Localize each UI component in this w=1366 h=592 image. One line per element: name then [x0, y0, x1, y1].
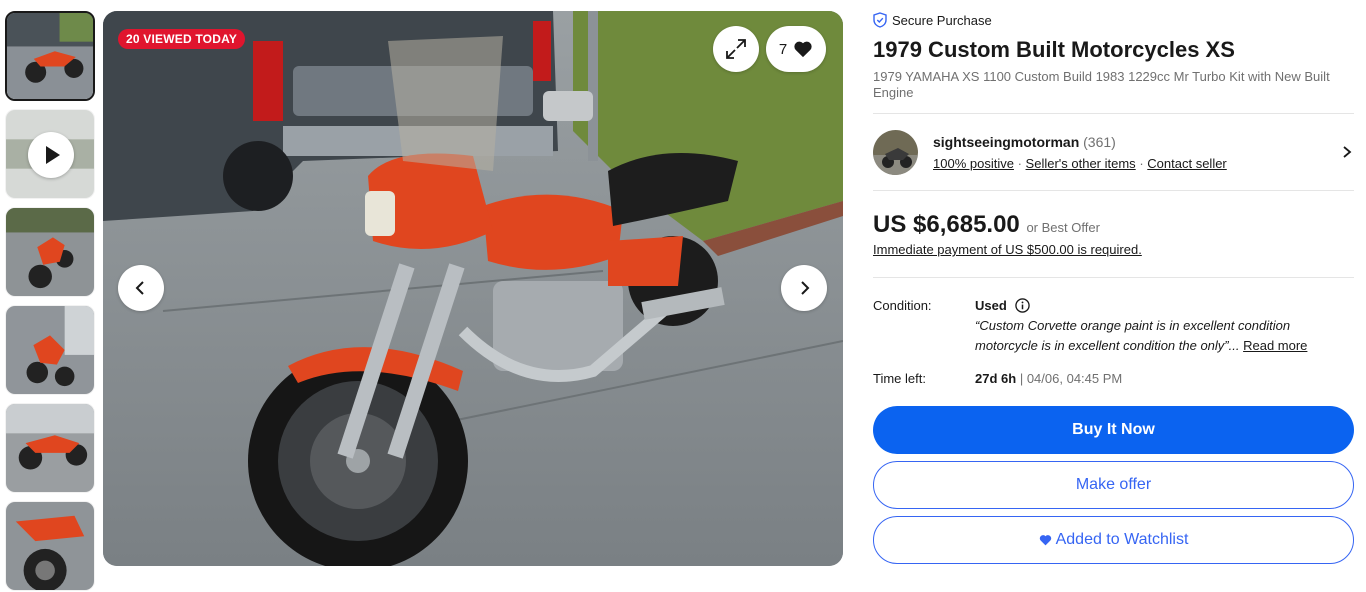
seller-links: 100% positive · Seller's other items · C… — [933, 156, 1340, 171]
watchlist-button[interactable]: Added to Watchlist — [873, 516, 1354, 564]
contact-seller-link[interactable]: Contact seller — [1147, 156, 1226, 171]
condition-text: Used — [975, 298, 1007, 313]
previous-image-button[interactable] — [118, 265, 164, 311]
thumbnail-5[interactable] — [5, 403, 95, 493]
listing-panel: Secure Purchase 1979 Custom Built Motorc… — [873, 10, 1354, 564]
make-offer-button[interactable]: Make offer — [873, 461, 1354, 509]
condition-quote: “Custom Corvette orange paint is in exce… — [975, 316, 1354, 356]
separator-dot: · — [1017, 155, 1022, 171]
viewed-today-badge: 20 VIEWED TODAY — [118, 29, 246, 49]
watch-count: 7 — [778, 40, 788, 58]
heart-icon — [1039, 535, 1051, 546]
main-image[interactable]: 20 VIEWED TODAY 7 — [103, 11, 843, 566]
watchlist-label: Added to Watchlist — [1055, 531, 1189, 548]
condition-row: Condition: Used “Custom Corvette orange … — [873, 298, 1354, 356]
shield-check-icon — [873, 12, 887, 28]
seller-card[interactable]: sightseeingmotorman (361) 100% positive … — [873, 114, 1354, 190]
thumbnail-1[interactable] — [5, 11, 95, 101]
divider — [873, 277, 1354, 278]
time-remaining: 27d 6h — [975, 371, 1017, 386]
chevron-right-icon — [801, 281, 810, 295]
buy-it-now-label: Buy It Now — [1072, 421, 1155, 438]
time-separator: | — [1019, 371, 1024, 386]
end-time: 04/06, 04:45 PM — [1026, 371, 1123, 386]
item-title: 1979 Custom Built Motorcycles XS — [873, 37, 1235, 62]
watch-button[interactable]: 7 — [766, 26, 826, 72]
thumbnail-strip — [5, 11, 96, 592]
thumbnail-video[interactable] — [5, 109, 95, 199]
expand-button[interactable] — [713, 26, 759, 72]
seller-name[interactable]: sightseeingmotorman — [933, 134, 1079, 150]
info-icon[interactable] — [1015, 298, 1030, 313]
buy-it-now-button[interactable]: Buy It Now — [873, 406, 1354, 454]
next-image-button[interactable] — [781, 265, 827, 311]
condition-value: Used “Custom Corvette orange paint is in… — [975, 298, 1354, 356]
best-offer-label: or Best Offer — [1026, 220, 1100, 235]
item-subtitle: 1979 YAMAHA XS 1100 Custom Build 1983 12… — [873, 69, 1330, 100]
seller-avatar[interactable] — [873, 129, 918, 175]
seller-name-row: sightseeingmotorman (361) — [933, 134, 1340, 150]
time-left-value: 27d 6h | 04/06, 04:45 PM — [975, 371, 1122, 386]
read-more-link[interactable]: Read more — [1243, 338, 1307, 353]
price-block: US $6,685.00 or Best Offer Immediate pay… — [873, 191, 1354, 277]
price-row: US $6,685.00 or Best Offer — [873, 211, 1354, 239]
expand-icon — [726, 39, 746, 59]
condition-label: Condition: — [873, 298, 932, 313]
separator-dot: · — [1139, 155, 1144, 171]
heart-icon — [794, 41, 812, 58]
thumbnail-6[interactable] — [5, 501, 95, 591]
time-left-label: Time left: — [873, 371, 926, 386]
seller-other-items-link[interactable]: Seller's other items — [1026, 156, 1136, 171]
seller-positive-link[interactable]: 100% positive — [933, 156, 1014, 171]
secure-purchase-label: Secure Purchase — [892, 12, 992, 28]
price-amount: US $6,685.00 — [873, 211, 1020, 238]
chevron-left-icon — [135, 281, 144, 295]
thumbnail-3[interactable] — [5, 207, 95, 297]
seller-info: sightseeingmotorman (361) 100% positive … — [933, 134, 1340, 171]
motorcycle-photo — [103, 11, 843, 566]
thumbnail-4[interactable] — [5, 305, 95, 395]
payment-requirement-link[interactable]: Immediate payment of US $500.00 is requi… — [873, 242, 1354, 257]
time-left-row: Time left: 27d 6h | 04/06, 04:45 PM — [873, 371, 1354, 386]
make-offer-label: Make offer — [1075, 476, 1152, 493]
chevron-right-icon[interactable] — [1340, 145, 1354, 159]
play-icon[interactable] — [28, 132, 74, 178]
secure-purchase[interactable]: Secure Purchase — [873, 10, 1354, 30]
seller-feedback-count: (361) — [1083, 133, 1116, 150]
